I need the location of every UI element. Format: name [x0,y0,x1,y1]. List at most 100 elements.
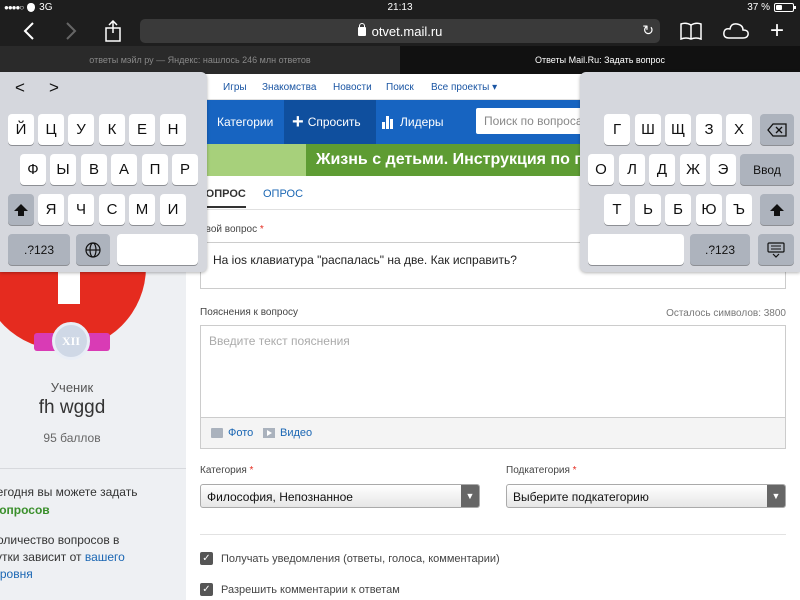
key[interactable]: В [81,154,107,185]
key[interactable]: Х [726,114,752,145]
key[interactable]: Я [38,194,64,225]
reload-icon[interactable]: ↻ [642,22,654,39]
tab-poll[interactable]: ОПРОС [263,188,303,200]
numbers-key[interactable]: .?123 [8,234,70,265]
site-nav-dating[interactable]: Знакомства [262,82,316,93]
forward-arrow-icon[interactable] [60,20,82,42]
numbers-key[interactable]: .?123 [690,234,750,265]
info-text: Количество вопросов в [0,533,120,547]
comments-checkbox-row[interactable]: ✓ Разрешить комментарии к ответам [200,583,400,596]
key[interactable]: Р [172,154,198,185]
attach-video-button[interactable]: Видео [263,427,312,439]
username[interactable]: fh wggd [0,397,144,419]
key[interactable]: Г [604,114,630,145]
key[interactable]: Е [129,114,155,145]
category-label: Категория * [200,465,254,476]
cloud-icon[interactable] [722,20,750,42]
shift-key[interactable] [760,194,794,225]
next-field-button[interactable]: > [42,76,66,100]
key[interactable]: А [111,154,137,185]
battery-icon [774,3,796,12]
info-text: Сегодня вы можете задать [0,485,138,499]
level-link[interactable]: вашего [85,550,125,564]
return-key[interactable]: Ввод [740,154,794,185]
checkbox-checked-icon[interactable]: ✓ [200,583,213,596]
browser-toolbar: otvet.mail.ru ↻ + [0,16,800,46]
key[interactable]: Л [619,154,645,185]
subcategory-select[interactable]: Выберите подкатегорию ▼ [506,484,786,508]
tab-bar: ответы мэйл ру — Яндекс: нашлось 246 млн… [0,46,800,74]
previous-field-button[interactable]: < [8,76,32,100]
space-key[interactable] [588,234,684,265]
category-select[interactable]: Философия, Непознанное ▼ [200,484,480,508]
leaders-icon [382,115,394,129]
site-nav-all-projects[interactable]: Все проекты ▾ [431,82,497,93]
tab-yandex[interactable]: ответы мэйл ру — Яндекс: нашлось 246 млн… [0,46,417,74]
url-text: otvet.mail.ru [371,23,443,39]
site-nav-games[interactable]: Игры [223,82,247,93]
key[interactable]: Щ [665,114,691,145]
checkbox-checked-icon[interactable]: ✓ [200,552,213,565]
key[interactable]: Э [710,154,736,185]
status-bar: ●●●●○ 3G 21:13 37 % [0,0,800,16]
nav-ask[interactable]: + Спросить [284,100,376,144]
divider [200,534,786,535]
new-tab-icon[interactable]: + [766,17,788,44]
dropdown-arrow-icon: ▼ [767,485,785,507]
key[interactable]: Ь [635,194,661,225]
key[interactable]: Ц [38,114,64,145]
key[interactable]: С [99,194,125,225]
key[interactable]: Ф [20,154,46,185]
back-arrow-icon[interactable] [18,20,40,42]
attach-bar: Фото Видео [200,417,786,449]
question-label: Твой вопрос * [200,224,264,235]
key[interactable]: И [160,194,186,225]
share-icon[interactable] [102,20,124,42]
site-nav-search[interactable]: Поиск [386,82,414,93]
user-rank: Ученик [50,380,94,395]
bookmarks-icon[interactable] [680,20,702,42]
explanation-label: Пояснения к вопросу [200,307,299,318]
site-nav-news[interactable]: Новости [333,82,372,93]
space-key[interactable] [117,234,198,265]
split-keyboard-left: < > Й Ц У К Е Н Ф Ы В А П Р Я Ч С М И .?… [0,72,207,272]
key[interactable]: Ъ [726,194,752,225]
key[interactable]: Ю [696,194,722,225]
key[interactable]: Ш [635,114,661,145]
key[interactable]: Й [8,114,34,145]
level-link[interactable]: уровня [0,567,33,581]
tab-title: Ответы Mail.Ru: Задать вопрос [535,55,665,65]
key[interactable]: Ы [50,154,76,185]
key[interactable]: К [99,114,125,145]
key[interactable]: У [68,114,94,145]
backspace-icon[interactable] [760,114,794,145]
explanation-textarea[interactable]: Введите текст пояснения [200,325,786,417]
nav-leaders[interactable]: Лидеры [382,100,444,144]
info-text: сутки зависит от вашего [0,550,125,564]
user-points: 95 баллов [43,431,101,445]
battery-percent: 37 % [747,2,770,13]
attach-photo-button[interactable]: Фото [211,427,253,439]
key[interactable]: Б [665,194,691,225]
key[interactable]: Д [649,154,675,185]
shift-key[interactable] [8,194,34,225]
key[interactable]: Т [604,194,630,225]
globe-icon[interactable] [76,234,110,265]
nav-categories[interactable]: Категории [217,100,273,144]
video-icon [263,428,275,438]
key[interactable]: Н [160,114,186,145]
info-questions: вопросов [0,503,50,517]
subcategory-label: Подкатегория * [506,465,577,476]
search-input[interactable]: Поиск по вопросам [476,108,596,134]
key[interactable]: М [129,194,155,225]
address-bar[interactable]: otvet.mail.ru ↻ [140,19,660,43]
key[interactable]: З [696,114,722,145]
key[interactable]: П [142,154,168,185]
split-keyboard-right: Г Ш Щ З Х О Л Д Ж Э Ввод Т Ь Б Ю Ъ .?123 [580,72,800,272]
notify-checkbox-row[interactable]: ✓ Получать уведомления (ответы, голоса, … [200,552,500,565]
key[interactable]: О [588,154,614,185]
hide-keyboard-icon[interactable] [758,234,794,265]
key[interactable]: Ж [680,154,706,185]
key[interactable]: Ч [68,194,94,225]
tab-mailru[interactable]: Ответы Mail.Ru: Задать вопрос [400,46,800,74]
